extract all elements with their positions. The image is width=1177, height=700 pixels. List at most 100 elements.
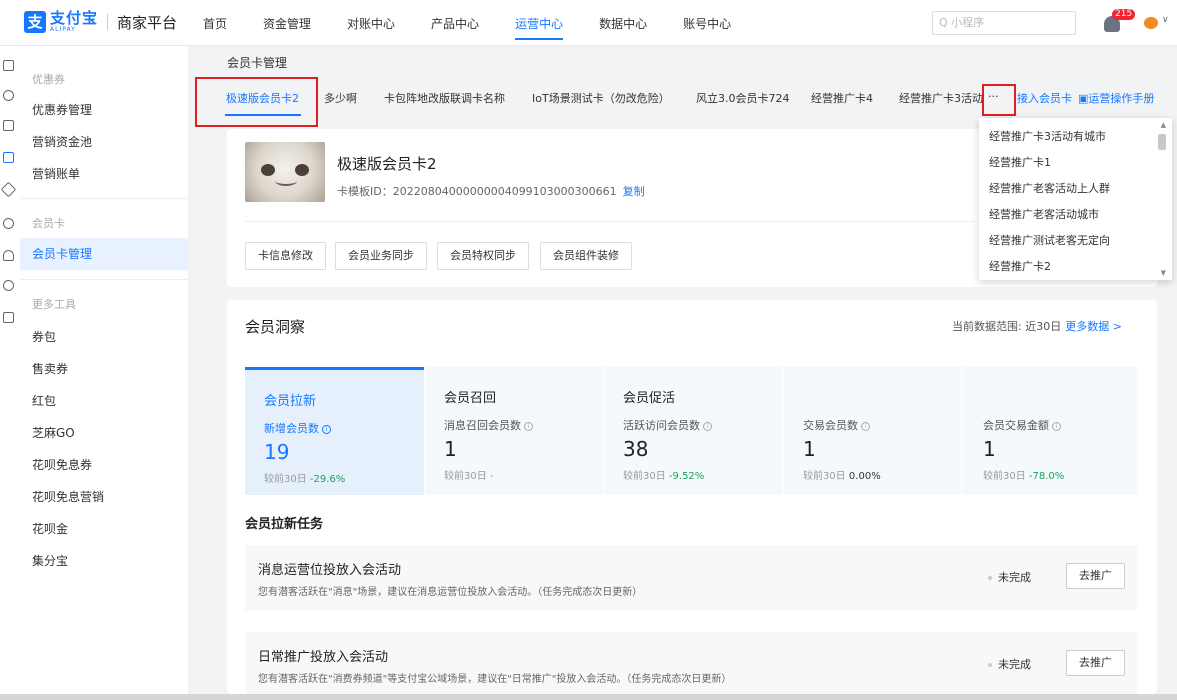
stat-compare-value: -: [489, 471, 494, 482]
tab-card-6[interactable]: 经营推广卡3活动: [899, 90, 987, 106]
thumbnail-mouth: [275, 176, 297, 186]
sidebar-item-huabei-gold[interactable]: 花呗金: [20, 513, 188, 545]
tab-card-4[interactable]: 风立3.0会员卡724: [696, 90, 790, 106]
info-icon[interactable]: i: [861, 421, 870, 431]
nav-reconciliation[interactable]: 对账中心: [347, 0, 395, 46]
thumbnail-eye: [295, 164, 309, 176]
sidebar-item-red-packet[interactable]: 红包: [20, 385, 188, 417]
dropdown-scrollbar[interactable]: [1158, 134, 1166, 150]
target-icon[interactable]: [3, 218, 14, 229]
sidebar-item-fund-pool[interactable]: 营销资金池: [20, 126, 188, 158]
task-name: 消息运营位投放入会活动: [258, 563, 402, 578]
task-card: 日常推广投放入会活动 您有潜客活跃在"消费券频道"等支付宝公域场景，建议在"日常…: [245, 632, 1137, 698]
info-icon[interactable]: i: [322, 424, 331, 434]
stat-head: 会员召回: [444, 391, 497, 406]
sidebar-item-huabei-marketing[interactable]: 花呗免息营销: [20, 481, 188, 513]
search-input[interactable]: Q 小程序: [932, 11, 1076, 35]
operations-icon[interactable]: [3, 152, 14, 163]
cube-icon[interactable]: [0, 181, 17, 198]
scroll-up-icon[interactable]: ▲: [1161, 121, 1166, 129]
nav-data[interactable]: 数据中心: [599, 0, 647, 46]
cloud-icon[interactable]: [3, 250, 14, 261]
home-icon[interactable]: [3, 60, 14, 71]
operation-manual-label: 运营操作手册: [1088, 92, 1155, 105]
dropdown-item[interactable]: 经营推广老客活动上人群: [989, 180, 1110, 196]
stat-value: 1: [983, 437, 996, 461]
shield-icon[interactable]: [3, 280, 14, 291]
join-member-card-link[interactable]: 接入会员卡: [1017, 90, 1072, 106]
sidebar-group-coupon: 优惠券: [32, 73, 65, 86]
stat-head: 会员拉新: [264, 394, 317, 409]
stat-compare-label: 较前30日: [623, 471, 666, 482]
chevron-down-icon[interactable]: ∨: [1162, 15, 1169, 25]
dropdown-item[interactable]: 经营推广卡2: [989, 258, 1051, 274]
stat-compare-label: 较前30日: [803, 471, 846, 482]
info-icon[interactable]: i: [524, 421, 533, 431]
tab-card-2[interactable]: 卡包阵地改版联调卡名称: [384, 90, 505, 106]
stat-label: 消息召回会员数: [444, 419, 521, 432]
stat-compare-value: -29.6%: [309, 474, 346, 485]
tab-card-3[interactable]: IoT场景测试卡（勿改危险）: [532, 90, 670, 106]
stat-label: 会员交易金额: [983, 419, 1049, 432]
task-status: 未完成: [988, 569, 1031, 585]
stat-compare-value: -78.0%: [1028, 471, 1065, 482]
operation-manual-link[interactable]: ▣运营操作手册: [1078, 90, 1154, 106]
nav-operations[interactable]: 运营中心: [515, 0, 564, 46]
ledger-icon[interactable]: [3, 120, 14, 131]
task-desc: 您有潜客活跃在"消息"场景，建议在消息运营位投放入会活动。（任务完成态次日更新）: [258, 587, 643, 598]
dropdown-item[interactable]: 经营推广测试老客无定向: [989, 232, 1110, 248]
sidebar-item-sale-coupon[interactable]: 售卖券: [20, 353, 188, 385]
scroll-down-icon[interactable]: ▼: [1161, 269, 1166, 277]
divider: [961, 367, 962, 495]
more-data-link[interactable]: 更多数据 >: [1065, 320, 1122, 333]
tasks-title: 会员拉新任务: [245, 517, 324, 532]
sidebar-item-member-card[interactable]: 会员卡管理: [20, 238, 188, 270]
dropdown-item[interactable]: 经营推广老客活动城市: [989, 206, 1099, 222]
tab-card-1[interactable]: 多少啊: [324, 90, 357, 106]
more-icon[interactable]: [3, 312, 14, 323]
stat-trading-amount[interactable]: 会员交易金额 i 1 较前30日 -78.0%: [964, 367, 1144, 495]
more-tabs-dropdown: 经营推广卡3活动有城市 经营推广卡1 经营推广老客活动上人群 经营推广老客活动城…: [979, 118, 1172, 280]
nav-funds[interactable]: 资金管理: [263, 0, 311, 46]
info-icon[interactable]: i: [1052, 421, 1061, 431]
copy-button[interactable]: 复制: [623, 185, 645, 198]
stat-value: 38: [623, 437, 649, 461]
alipay-logo[interactable]: 支 支付宝 ALIPAY 商家平台: [24, 11, 177, 33]
stat-compare-value: -9.52%: [668, 471, 705, 482]
promote-button[interactable]: 去推广: [1066, 650, 1125, 676]
sidebar-item-jifenbao[interactable]: 集分宝: [20, 545, 188, 577]
stat-label: 活跃访问会员数: [623, 419, 700, 432]
stat-compare-value: 0.00%: [848, 471, 881, 482]
stat-value: 19: [264, 440, 290, 464]
info-icon[interactable]: i: [703, 421, 712, 431]
horizontal-scrollbar[interactable]: [0, 694, 1177, 700]
stat-member-activation[interactable]: 会员促活 活跃访问会员数 i 38 较前30日 -9.52%: [604, 367, 784, 495]
nav-home[interactable]: 首页: [203, 0, 227, 46]
tab-card-5[interactable]: 经营推广卡4: [811, 90, 873, 106]
nav-products[interactable]: 产品中心: [431, 0, 479, 46]
sync-member-privilege-button[interactable]: 会员特权同步: [437, 242, 529, 270]
sidebar-item-coupon-pack[interactable]: 券包: [20, 321, 188, 353]
sidebar-item-huabei-coupon[interactable]: 花呗免息券: [20, 449, 188, 481]
stat-label: 新增会员数: [264, 422, 319, 435]
stat-compare-label: 较前30日: [983, 471, 1026, 482]
stat-member-acquisition[interactable]: 会员拉新 新增会员数 i 19 较前30日 -29.6%: [245, 367, 425, 495]
sync-member-business-button[interactable]: 会员业务同步: [335, 242, 427, 270]
decorate-member-component-button[interactable]: 会员组件装修: [540, 242, 632, 270]
stat-member-recall[interactable]: 会员召回 消息召回会员数 i 1 较前30日 -: [425, 367, 605, 495]
dropdown-item[interactable]: 经营推广卡3活动有城市: [989, 128, 1106, 144]
dropdown-item[interactable]: 经营推广卡1: [989, 154, 1051, 170]
nav-account[interactable]: 账号中心: [683, 0, 731, 46]
stat-trading-members[interactable]: 交易会员数 i 1 较前30日 0.00%: [784, 367, 964, 495]
breadcrumb: 会员卡管理: [227, 56, 288, 70]
task-name: 日常推广投放入会活动: [258, 650, 389, 665]
edit-card-info-button[interactable]: 卡信息修改: [245, 242, 326, 270]
highlight-box-more-button: [982, 84, 1016, 116]
icon-rail: [0, 46, 20, 700]
avatar[interactable]: [1144, 17, 1158, 29]
compass-icon[interactable]: [3, 90, 14, 101]
promote-button[interactable]: 去推广: [1066, 563, 1125, 589]
sidebar-item-coupon-manage[interactable]: 优惠券管理: [20, 94, 188, 126]
sidebar-item-bill[interactable]: 营销账单: [20, 158, 188, 190]
sidebar-item-zhima-go[interactable]: 芝麻GO: [20, 417, 188, 449]
